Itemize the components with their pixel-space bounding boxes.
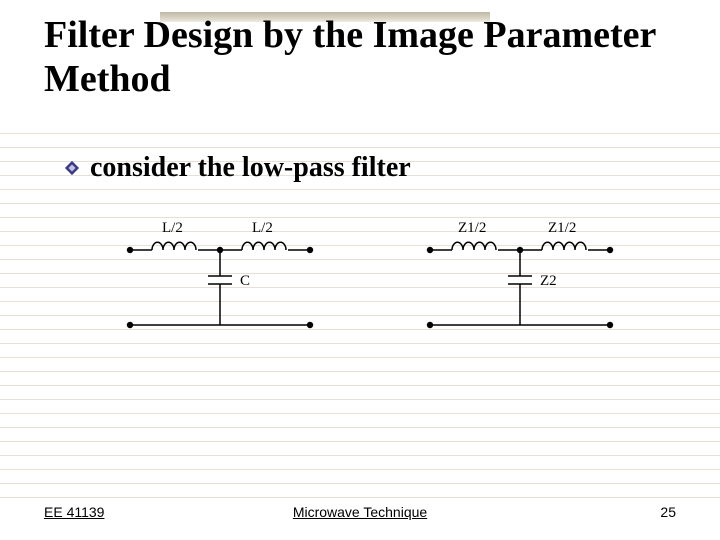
- circuit-right: Z1/2 Z1/2 Z2: [410, 210, 650, 360]
- label-Z1-half-2: Z1/2: [548, 220, 576, 236]
- circuit-diagrams: L/2 L/2 C Z1/2 Z1/2 Z2: [70, 210, 680, 370]
- circuit-left: L/2 L/2 C: [110, 210, 350, 360]
- slide-title: Filter Design by the Image Parameter Met…: [44, 14, 720, 101]
- label-Z2: Z2: [540, 273, 557, 289]
- bullet-text: consider the low-pass filter: [90, 152, 411, 184]
- label-L-half-2: L/2: [252, 220, 273, 236]
- footer-page-number: 25: [660, 504, 676, 520]
- bullet-row: consider the low-pass filter: [64, 152, 411, 184]
- label-L-half-1: L/2: [162, 220, 183, 236]
- footer-course-code: EE 41139: [44, 504, 104, 520]
- footer-topic: Microwave Technique: [293, 504, 427, 520]
- label-Z1-half-1: Z1/2: [458, 220, 486, 236]
- label-C: C: [240, 273, 250, 289]
- diamond-bullet-icon: [64, 160, 80, 176]
